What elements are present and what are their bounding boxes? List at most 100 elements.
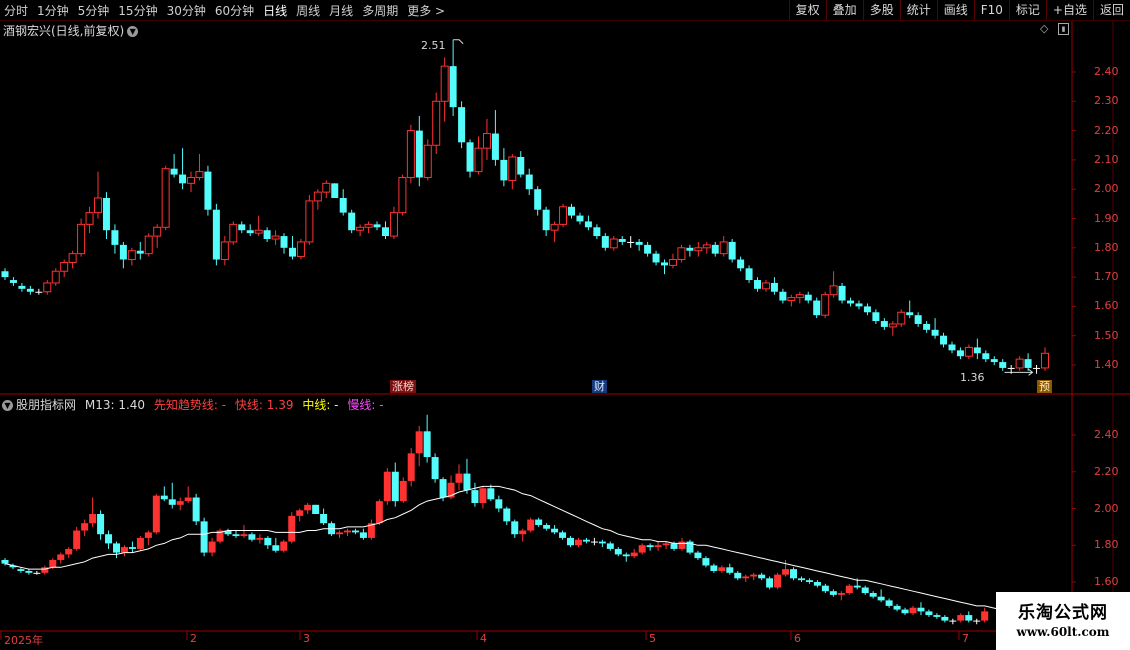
indicator-body bbox=[280, 541, 288, 551]
indicator-body bbox=[33, 572, 41, 574]
indicator-candle bbox=[431, 453, 439, 483]
kline-chart[interactable] bbox=[0, 0, 1130, 650]
limit-up-marker[interactable]: 涨榜 bbox=[390, 380, 416, 393]
main-candle bbox=[94, 171, 103, 219]
main-body bbox=[668, 259, 677, 266]
main-candle bbox=[584, 215, 592, 231]
indicator-body bbox=[120, 547, 128, 553]
watermark-title: 乐淘公式网 bbox=[1018, 603, 1108, 623]
main-candle bbox=[829, 271, 838, 298]
financial-marker[interactable]: 财 bbox=[592, 380, 607, 393]
indicator-candle bbox=[805, 578, 813, 584]
main-candle bbox=[576, 212, 584, 225]
indicator-candle bbox=[288, 512, 296, 544]
main-candle bbox=[85, 206, 94, 234]
main-candle bbox=[999, 359, 1007, 371]
main-candle bbox=[204, 165, 212, 216]
indicator-body bbox=[73, 530, 81, 549]
indicator-candle bbox=[877, 589, 885, 603]
indicator-candle bbox=[200, 517, 208, 557]
indicator-body bbox=[320, 514, 328, 524]
indicator-candle bbox=[933, 613, 941, 619]
main-body bbox=[170, 168, 178, 175]
indicator-candle bbox=[710, 563, 718, 573]
main-candle bbox=[888, 321, 897, 336]
indicator-body bbox=[638, 545, 646, 553]
indicator-body bbox=[678, 541, 686, 549]
main-candle bbox=[229, 221, 238, 245]
main-body bbox=[677, 247, 686, 261]
indicator-candle bbox=[861, 585, 869, 595]
indicator-candle bbox=[487, 484, 495, 502]
indicator-candle bbox=[97, 510, 105, 540]
indicator-body bbox=[535, 519, 543, 526]
indicator-body bbox=[312, 504, 320, 515]
indicator-body bbox=[304, 504, 312, 511]
main-body bbox=[635, 241, 643, 245]
main-candle bbox=[940, 332, 948, 348]
main-body bbox=[364, 223, 373, 228]
indicator-body bbox=[359, 532, 367, 538]
indicator-body bbox=[136, 537, 144, 549]
main-body bbox=[821, 294, 830, 316]
main-candle bbox=[51, 268, 60, 286]
main-candle bbox=[179, 148, 187, 190]
main-body bbox=[305, 200, 314, 243]
indicator-candle bbox=[598, 539, 606, 548]
indicator-candle bbox=[837, 591, 845, 601]
main-candle bbox=[364, 221, 373, 234]
indicator-body bbox=[113, 543, 121, 553]
indicator-candle bbox=[901, 607, 909, 616]
main-body bbox=[296, 241, 305, 258]
indicator-body bbox=[57, 554, 65, 560]
indicator-candle bbox=[949, 618, 957, 625]
main-candle bbox=[9, 277, 17, 286]
indicator-candle bbox=[774, 572, 782, 590]
main-axis-tick-3: 2.10 bbox=[1094, 152, 1119, 166]
indicator-body bbox=[399, 480, 407, 502]
indicator-candle bbox=[144, 530, 152, 546]
main-axis-tick-6: 1.80 bbox=[1094, 240, 1119, 254]
main-candle bbox=[982, 350, 990, 363]
main-body bbox=[931, 329, 939, 336]
indicator-body bbox=[272, 545, 280, 551]
main-candle bbox=[423, 139, 432, 181]
main-body bbox=[787, 297, 796, 302]
date-tick-1: 2 bbox=[190, 632, 197, 645]
indicator-body bbox=[160, 495, 168, 500]
main-candle bbox=[652, 250, 660, 266]
indicator-candle bbox=[240, 525, 248, 538]
indicator-candle bbox=[113, 541, 121, 559]
indicator-candle bbox=[726, 563, 734, 575]
indicator-candle bbox=[981, 607, 989, 623]
indicator-body bbox=[463, 473, 471, 491]
forecast-marker[interactable]: 预 bbox=[1037, 380, 1052, 393]
high-price-label: 2.51 bbox=[421, 39, 446, 52]
indicator-body bbox=[726, 567, 734, 573]
indicator-body bbox=[797, 578, 805, 581]
indicator-candle bbox=[917, 602, 925, 616]
main-candle bbox=[677, 244, 686, 263]
indicator-body bbox=[670, 543, 678, 549]
main-body bbox=[550, 223, 559, 231]
indicator-candle bbox=[160, 486, 168, 502]
date-tick-0: 2025年 bbox=[4, 634, 43, 647]
main-body bbox=[389, 212, 398, 237]
main-body bbox=[1, 271, 9, 278]
indicator-candle bbox=[535, 517, 543, 527]
main-candle bbox=[838, 282, 846, 304]
indicator-body bbox=[598, 541, 606, 544]
main-candle bbox=[348, 209, 356, 234]
indicator-candle bbox=[503, 506, 511, 526]
indicator-body bbox=[527, 519, 535, 531]
main-body bbox=[982, 353, 990, 360]
indicator-candle bbox=[280, 539, 288, 553]
indicator-body bbox=[49, 559, 57, 568]
indicator-candle bbox=[750, 572, 758, 581]
main-candle bbox=[356, 224, 365, 237]
indicator-body bbox=[25, 570, 33, 573]
indicator-body bbox=[256, 537, 264, 540]
indicator-body bbox=[264, 537, 272, 546]
main-body bbox=[313, 191, 322, 202]
main-candle bbox=[305, 195, 314, 245]
